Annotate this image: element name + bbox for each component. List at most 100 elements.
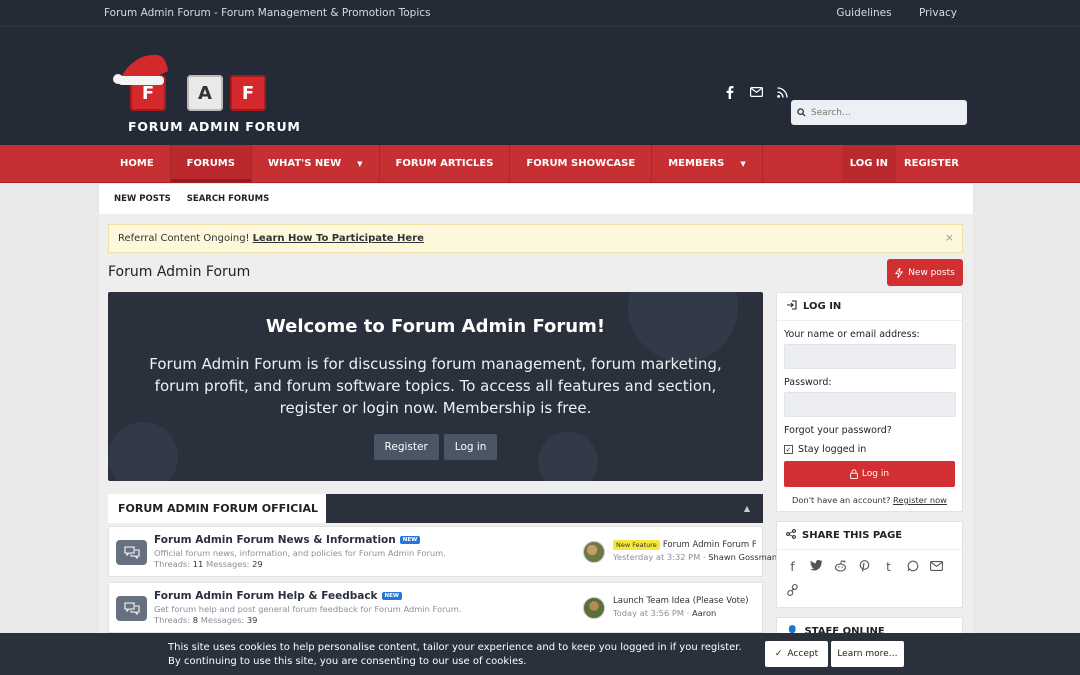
facebook-icon[interactable] xyxy=(722,84,738,100)
new-posts-button[interactable]: New posts xyxy=(887,259,963,286)
forum-node[interactable]: Forum Admin Forum Help & Feedback NEW Get… xyxy=(108,582,763,633)
avatar[interactable] xyxy=(583,597,605,619)
node-stats: Threads: 11 Messages: 29 xyxy=(154,559,263,569)
site-tagline: Forum Admin Forum - Forum Management & P… xyxy=(104,7,431,19)
page-title: Forum Admin Forum xyxy=(108,264,251,280)
latest-meta: Today at 3:56 PM · Aaron xyxy=(613,608,717,618)
sub-nav: NEW POSTS SEARCH FORUMS xyxy=(99,184,973,214)
accept-cookies-button[interactable]: ✓ Accept xyxy=(765,641,828,667)
latest-time[interactable]: Yesterday at 3:32 PM xyxy=(613,552,700,562)
latest-thread-title[interactable]: Forum Admin Forum F… xyxy=(663,540,756,550)
email-icon[interactable] xyxy=(930,560,943,575)
latest-time[interactable]: Today at 3:56 PM xyxy=(613,608,684,618)
subnav-new-posts[interactable]: NEW POSTS xyxy=(114,194,171,204)
latest-thread[interactable]: Launch Team Idea (Please Vote) xyxy=(613,596,749,606)
pinterest-icon[interactable] xyxy=(858,560,871,575)
nav-whats-new[interactable]: WHAT'S NEW ▼ xyxy=(252,145,380,182)
whatsapp-icon[interactable] xyxy=(906,560,919,575)
node-description: Official forum news, information, and po… xyxy=(154,548,446,558)
login-widget: LOG IN Your name or email address: Passw… xyxy=(776,292,963,512)
latest-user[interactable]: Shawn Gossman xyxy=(708,552,777,562)
avatar[interactable] xyxy=(583,541,605,563)
notice-text: Referral Content Ongoing! xyxy=(118,233,250,244)
welcome-heading: Welcome to Forum Admin Forum! xyxy=(265,316,606,337)
nav-forum-showcase-label: FORUM SHOWCASE xyxy=(526,158,636,169)
search-box[interactable] xyxy=(791,100,967,125)
stay-logged-in[interactable]: ✓ Stay logged in xyxy=(784,444,955,455)
site-logo[interactable]: F A F FORUM ADMIN FORUM xyxy=(110,45,300,135)
nav-home[interactable]: HOME xyxy=(104,145,171,182)
site-header: F A F FORUM ADMIN FORUM xyxy=(0,26,1080,145)
latest-meta: Yesterday at 3:32 PM · Shawn Gossman xyxy=(613,552,778,562)
cookie-line-2: By continuing to use this site, you are … xyxy=(168,655,527,667)
social-links xyxy=(722,84,790,100)
latest-thread-title[interactable]: Launch Team Idea (Please Vote) xyxy=(613,596,749,606)
threads-count: 8 xyxy=(192,615,199,625)
nav-forum-articles[interactable]: FORUM ARTICLES xyxy=(380,145,511,182)
privacy-link[interactable]: Privacy xyxy=(919,7,957,19)
welcome-login-button[interactable]: Log in xyxy=(443,434,498,460)
search-icon xyxy=(797,108,806,117)
welcome-register-button[interactable]: Register xyxy=(373,434,439,460)
referral-notice: Referral Content Ongoing! Learn How To P… xyxy=(108,224,963,253)
learn-more-button[interactable]: Learn more… xyxy=(831,641,904,667)
chevron-down-icon[interactable]: ▼ xyxy=(357,160,362,168)
nav-forums[interactable]: FORUMS xyxy=(170,145,252,182)
close-icon[interactable]: × xyxy=(945,231,954,244)
main-nav: HOME FORUMS WHAT'S NEW ▼ FORUM ARTICLES F… xyxy=(0,145,1080,183)
register-now-link[interactable]: Register now xyxy=(893,495,947,505)
latest-thread[interactable]: New Feature Forum Admin Forum F… xyxy=(613,540,756,550)
rss-icon[interactable] xyxy=(774,84,790,100)
nav-forum-showcase[interactable]: FORUM SHOWCASE xyxy=(510,145,653,182)
nav-login[interactable]: LOG IN xyxy=(841,145,896,182)
link-icon[interactable] xyxy=(786,584,799,599)
node-title-text[interactable]: Forum Admin Forum News & Information xyxy=(154,534,396,546)
share-icon xyxy=(786,529,796,542)
cookie-message: This site uses cookies to help personali… xyxy=(168,641,742,668)
node-title[interactable]: Forum Admin Forum News & Information NEW xyxy=(154,534,421,546)
notice-link[interactable]: Learn How To Participate Here xyxy=(253,233,424,244)
nav-register[interactable]: REGISTER xyxy=(896,145,967,182)
share-widget-title: SHARE THIS PAGE xyxy=(802,530,903,541)
new-badge: NEW xyxy=(381,592,402,600)
stay-logged-in-checkbox[interactable]: ✓ xyxy=(784,445,793,454)
nav-members[interactable]: MEMBERS ▼ xyxy=(652,145,763,182)
node-title-text[interactable]: Forum Admin Forum Help & Feedback xyxy=(154,590,378,602)
welcome-body: Forum Admin Forum is for discussing foru… xyxy=(149,355,722,417)
guidelines-link[interactable]: Guidelines xyxy=(836,7,891,19)
login-button[interactable]: Log in xyxy=(784,461,955,487)
forum-node[interactable]: Forum Admin Forum News & Information NEW … xyxy=(108,526,777,577)
nav-members-label: MEMBERS xyxy=(668,158,725,169)
collapse-icon[interactable]: ▲ xyxy=(744,504,750,513)
sign-in-icon xyxy=(786,300,797,313)
category-title[interactable]: FORUM ADMIN FORUM OFFICIAL xyxy=(108,494,326,523)
threads-label: Threads: xyxy=(154,559,191,569)
chat-bubbles-icon xyxy=(116,540,147,565)
facebook-icon[interactable]: f xyxy=(786,560,799,575)
logo-text: FORUM ADMIN FORUM xyxy=(128,119,301,134)
forgot-password-link[interactable]: Forgot your password? xyxy=(784,425,955,436)
cookie-line-1: This site uses cookies to help personali… xyxy=(168,642,742,653)
nav-forums-label: FORUMS xyxy=(186,158,235,169)
nav-whats-new-label: WHAT'S NEW xyxy=(267,158,342,169)
new-badge: NEW xyxy=(399,536,421,544)
messages-count: 39 xyxy=(246,615,258,625)
search-input[interactable] xyxy=(811,107,961,118)
latest-user[interactable]: Aaron xyxy=(692,608,716,618)
node-title[interactable]: Forum Admin Forum Help & Feedback NEW xyxy=(154,590,402,602)
subnav-search-forums[interactable]: SEARCH FORUMS xyxy=(187,194,269,204)
username-field[interactable] xyxy=(784,344,956,369)
node-description: Get forum help and post general forum fe… xyxy=(154,604,462,614)
reddit-icon[interactable] xyxy=(834,560,847,575)
chevron-down-icon[interactable]: ▼ xyxy=(740,160,745,168)
logo-block-a: A xyxy=(187,75,223,111)
tumblr-icon[interactable]: t xyxy=(882,560,895,575)
node-stats: Threads: 8 Messages: 39 xyxy=(154,615,257,625)
sidebar: LOG IN Your name or email address: Passw… xyxy=(776,292,963,656)
twitter-icon[interactable] xyxy=(810,559,823,575)
chat-bubbles-icon xyxy=(116,596,147,621)
no-account-text: Don't have an account? xyxy=(792,495,891,505)
password-field[interactable] xyxy=(784,392,956,417)
mail-icon[interactable] xyxy=(748,84,764,100)
thread-prefix-tag: New Feature xyxy=(613,540,660,550)
